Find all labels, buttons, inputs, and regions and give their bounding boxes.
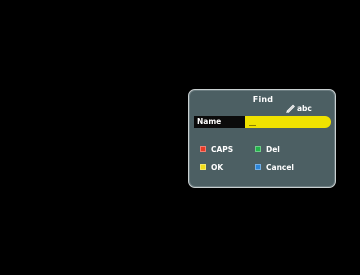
caps-label: CAPS [211,144,234,154]
red-key-icon [200,146,206,152]
pencil-icon [286,104,295,113]
cancel-label: Cancel [266,162,295,172]
yellow-key-icon [200,164,206,170]
blue-key-icon [255,164,261,170]
delete-label: Del [266,144,280,154]
tv-screen: Find abc Name CAPS Del OK Cancel [0,0,360,275]
green-key-icon [255,146,261,152]
caps-button[interactable]: CAPS [200,144,233,154]
input-mode-indicator: abc [285,102,312,114]
name-input[interactable] [245,116,331,128]
dialog-title: Find [252,95,274,104]
name-label: Name [194,116,246,128]
name-row: Name [194,116,331,128]
ok-label: OK [211,162,224,172]
delete-button[interactable]: Del [255,144,280,154]
find-dialog: Find abc Name CAPS Del OK Cancel [188,89,336,188]
text-cursor [249,125,256,126]
ok-button[interactable]: OK [200,162,223,172]
input-mode-label: abc [297,103,312,113]
cancel-button[interactable]: Cancel [255,162,294,172]
